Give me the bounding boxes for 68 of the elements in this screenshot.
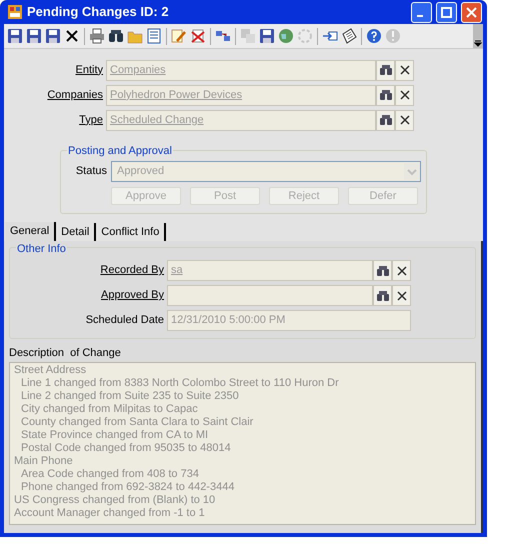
- status-dropdown[interactable]: Approved: [111, 161, 421, 182]
- lookup-field[interactable]: Scheduled Change: [106, 110, 376, 130]
- change-line: US Congress changed from (Blank) to 10: [14, 494, 216, 507]
- clear-button[interactable]: [395, 110, 414, 130]
- field-label: Entity: [74, 62, 104, 78]
- lookup-field[interactable]: Polyhedron Power Devices: [106, 84, 376, 106]
- close-icon: [396, 266, 406, 276]
- group-title: Posting and Approval: [67, 143, 173, 160]
- close-icon[interactable]: [64, 28, 80, 44]
- field-label: Type: [78, 112, 104, 128]
- pencil-page-icon[interactable]: [171, 28, 187, 44]
- maximize-icon: [441, 6, 452, 18]
- binoculars-icon: [380, 65, 392, 75]
- change-line: County changed from Santa Clara to Saint Clair: [21, 416, 254, 429]
- minimize-button[interactable]: [411, 2, 432, 22]
- description-label: Description of Change: [9, 346, 122, 361]
- search-button[interactable]: [376, 84, 395, 106]
- tab[interactable]: General: [5, 222, 56, 241]
- change-line: Area Code changed from 408 to 734: [21, 468, 200, 481]
- printer-icon[interactable]: [89, 28, 105, 44]
- change-line: City changed from Milpitas to Capac: [21, 403, 199, 416]
- field-label: Scheduled Date: [84, 313, 165, 328]
- binoculars-icon: [376, 290, 388, 300]
- delete-page-icon[interactable]: [190, 28, 206, 44]
- close-icon: [466, 6, 477, 18]
- change-line: Line 2 changed from Suite 235 to Suite 2350: [21, 390, 240, 403]
- lookup-field[interactable]: [167, 285, 373, 306]
- search-button[interactable]: [376, 110, 395, 130]
- close-button[interactable]: [461, 2, 482, 22]
- change-line: Line 1 changed from 8383 North Colombo Street to 110 Huron Dr: [21, 377, 340, 390]
- close-icon: [396, 290, 406, 300]
- field-label: Approved By: [100, 288, 165, 304]
- link-icon[interactable]: [215, 28, 231, 44]
- binoculars-icon: [380, 90, 392, 100]
- search-button[interactable]: [373, 285, 392, 306]
- clear-button[interactable]: [395, 60, 414, 80]
- clear-button[interactable]: [395, 84, 414, 106]
- note-icon[interactable]: [341, 28, 357, 44]
- lookup-field[interactable]: sa: [167, 260, 373, 281]
- description-box[interactable]: [9, 362, 476, 525]
- change-line: Account Manager changed from -1 to 1: [14, 507, 206, 520]
- dropdown-value: Approved: [117, 164, 166, 180]
- search-button[interactable]: [376, 60, 395, 80]
- minimize-icon: [416, 15, 422, 17]
- change-line: Postal Code changed from 95035 to 48014: [21, 442, 232, 455]
- clear-button[interactable]: [392, 285, 411, 306]
- clear-button[interactable]: [392, 260, 411, 281]
- list-icon[interactable]: [146, 28, 162, 44]
- binoculars-icon: [376, 266, 388, 276]
- search-button[interactable]: [373, 260, 392, 281]
- field-label: Status: [74, 164, 108, 180]
- help-icon[interactable]: [366, 28, 382, 44]
- change-line: State Province changed from CA to MI: [21, 429, 210, 442]
- field-label: Companies: [46, 88, 104, 103]
- binoculars-icon[interactable]: [108, 28, 124, 44]
- maximize-button[interactable]: [436, 2, 457, 22]
- close-icon: [400, 115, 410, 125]
- app-icon: [7, 4, 23, 20]
- change-line: Street Address: [14, 364, 88, 377]
- change-line: Phone changed from 692-3824 to 442-3444: [21, 481, 236, 494]
- close-icon: [400, 65, 410, 75]
- binoculars-icon: [380, 115, 392, 125]
- change-line: Main Phone: [14, 455, 74, 468]
- window-title: Pending Changes ID: 2: [27, 3, 170, 22]
- close-icon: [400, 90, 410, 100]
- field-label: Recorded By: [99, 263, 165, 278]
- lookup-field[interactable]: Companies: [106, 60, 376, 80]
- date-field[interactable]: 12/31/2010 5:00:00 PM: [167, 310, 411, 331]
